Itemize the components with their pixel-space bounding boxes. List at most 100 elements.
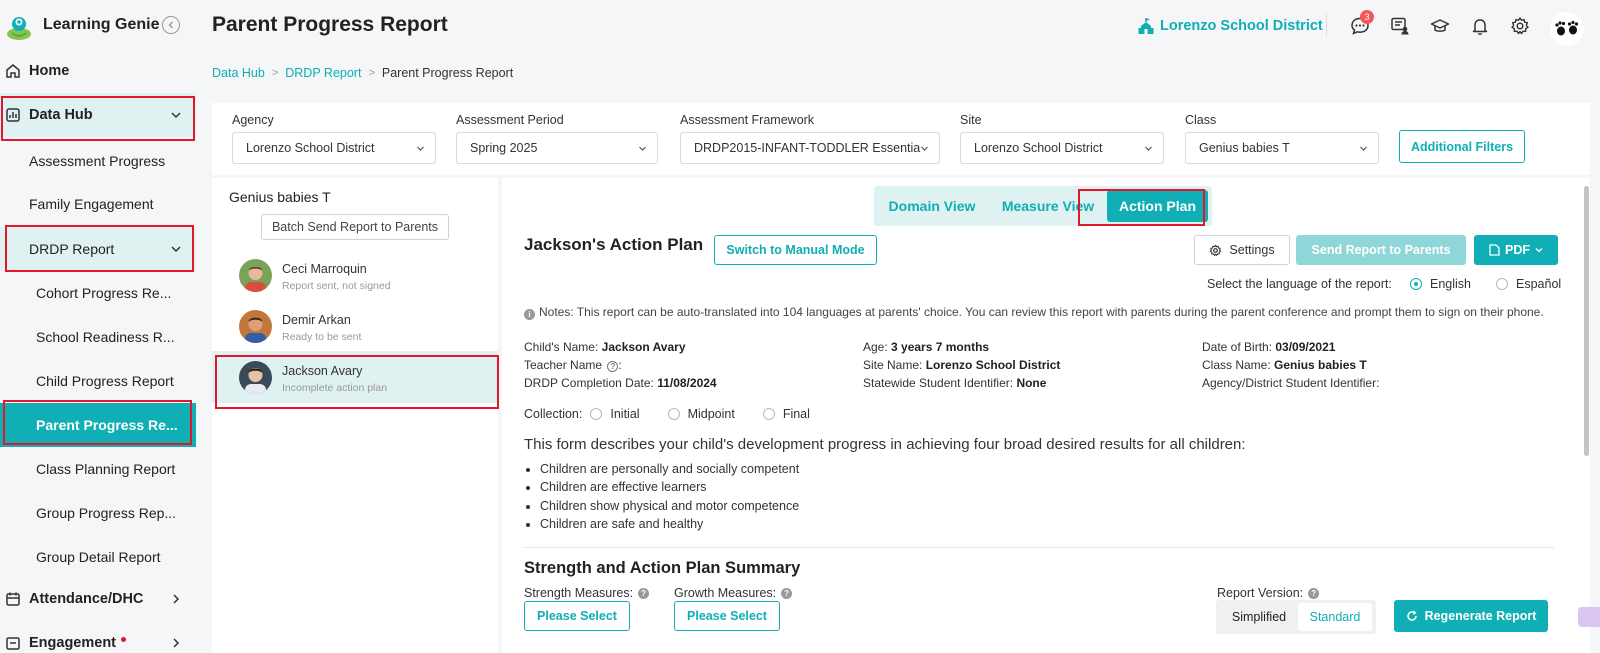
pdf-label: PDF	[1505, 243, 1530, 257]
framework-select[interactable]: DRDP2015-INFANT-TODDLER Essentia	[680, 132, 940, 164]
sidebar-item-group-progress[interactable]: Group Progress Rep...	[0, 491, 196, 535]
district-name: Lorenzo School District	[1160, 18, 1323, 34]
help-icon[interactable]: ?	[638, 587, 650, 599]
chevron-down-icon	[417, 146, 424, 151]
tab-action-plan[interactable]: Action Plan	[1107, 190, 1208, 222]
messages-badge: 3	[1360, 10, 1374, 24]
ssid-label: Statewide Student Identifier:	[863, 376, 1014, 390]
site-value: Lorenzo School District	[974, 141, 1103, 155]
collection-option-midpoint[interactable]: Midpoint	[688, 407, 735, 421]
site-select[interactable]: Lorenzo School District	[960, 132, 1164, 164]
list-item: Children are safe and healthy	[540, 515, 799, 533]
user-avatar[interactable]	[1550, 12, 1584, 46]
regenerate-report-button[interactable]: Regenerate Report	[1394, 600, 1548, 632]
collapse-sidebar-icon[interactable]	[162, 16, 180, 34]
chevron-down-icon	[1360, 146, 1367, 151]
student-avatar	[239, 310, 272, 343]
pdf-button[interactable]: PDF	[1474, 235, 1558, 265]
class-name-field: Class Name: Genius babies T	[1202, 358, 1367, 372]
desired-results-list: Children are personally and socially com…	[540, 460, 799, 533]
graduation-cap-icon[interactable]	[1430, 16, 1450, 36]
contacts-chat-icon[interactable]	[1390, 16, 1410, 36]
breadcrumb-current: Parent Progress Report	[381, 66, 514, 80]
version-simplified-option[interactable]: Simplified	[1220, 603, 1298, 631]
student-item[interactable]: Demir Arkan Ready to be sent	[212, 300, 498, 352]
sidebar-item-label: Class Planning Report	[36, 461, 176, 477]
student-item[interactable]: Ceci Marroquin Report sent, not signed	[212, 249, 498, 301]
class-label: Class	[1185, 113, 1217, 127]
strength-please-select-button[interactable]: Please Select	[524, 601, 630, 631]
sidebar-item-drdp-report[interactable]: DRDP Report	[0, 227, 196, 271]
tab-domain-view[interactable]: Domain View	[874, 186, 990, 226]
refresh-icon	[1406, 610, 1417, 621]
breadcrumb: Data Hub > DRDP Report > Parent Progress…	[212, 66, 513, 80]
sidebar-item-home[interactable]: Home	[0, 49, 196, 93]
collection-option-initial[interactable]: Initial	[610, 407, 639, 421]
help-icon[interactable]: ?	[781, 587, 793, 599]
sidebar-item-parent-progress[interactable]: Parent Progress Re...	[0, 403, 196, 447]
breadcrumb-data-hub[interactable]: Data Hub	[212, 66, 265, 80]
breadcrumb-drdp-report[interactable]: DRDP Report	[285, 66, 361, 80]
framework-value: DRDP2015-INFANT-TODDLER Essentia	[694, 141, 921, 155]
ssid-value: None	[1016, 376, 1047, 390]
sidebar-item-data-hub[interactable]: Data Hub	[0, 93, 196, 137]
language-english-radio[interactable]: English	[1410, 277, 1471, 291]
engagement-icon	[6, 637, 20, 650]
sidebar-item-child-progress[interactable]: Child Progress Report	[0, 359, 196, 403]
radio-icon[interactable]	[590, 408, 603, 420]
send-report-button[interactable]: Send Report to Parents	[1296, 235, 1466, 265]
list-item: Children are personally and socially com…	[540, 460, 799, 478]
chevron-down-icon	[1535, 248, 1543, 253]
sidebar-item-engagement[interactable]: Engagement	[0, 621, 196, 653]
strength-measures-label: Strength Measures:?	[524, 586, 650, 600]
help-icon[interactable]: ?	[1308, 587, 1320, 599]
sidebar-item-attendance[interactable]: Attendance/DHC	[0, 577, 196, 621]
sidebar-item-group-detail[interactable]: Group Detail Report	[0, 535, 196, 579]
student-item[interactable]: Jackson Avary Incomplete action plan	[212, 351, 498, 403]
chevron-down-icon	[639, 146, 646, 151]
class-select[interactable]: Genius babies T	[1185, 132, 1379, 164]
dob-field: Date of Birth: 03/09/2021	[1202, 340, 1335, 354]
scrollbar[interactable]	[1582, 178, 1590, 653]
sidebar-item-school-readiness[interactable]: School Readiness R...	[0, 315, 196, 359]
switch-manual-mode-button[interactable]: Switch to Manual Mode	[714, 235, 877, 265]
sidebar-item-class-planning[interactable]: Class Planning Report	[0, 447, 196, 491]
additional-filters-button[interactable]: Additional Filters	[1399, 130, 1525, 163]
site-name-value: Lorenzo School District	[925, 358, 1061, 372]
sidebar-item-label: Attendance/DHC	[29, 591, 144, 607]
completion-date-field: DRDP Completion Date: 11/08/2024	[524, 376, 717, 390]
agency-id-label: Agency/District Student Identifier:	[1202, 376, 1380, 390]
growth-please-select-button[interactable]: Please Select	[674, 601, 780, 631]
calendar-icon	[6, 592, 20, 606]
settings-button[interactable]: Settings	[1194, 235, 1290, 265]
district-selector[interactable]: Lorenzo School District	[1138, 17, 1323, 35]
sidebar-item-assessment-progress[interactable]: Assessment Progress	[0, 139, 196, 183]
sidebar-item-label: DRDP Report	[29, 241, 115, 257]
sidebar-item-cohort-progress[interactable]: Cohort Progress Re...	[0, 271, 196, 315]
breadcrumb-separator-icon: >	[368, 67, 375, 79]
batch-send-button[interactable]: Batch Send Report to Parents	[261, 214, 449, 240]
sidebar-item-label: Child Progress Report	[36, 373, 174, 389]
language-spanish-radio[interactable]: Español	[1496, 277, 1561, 291]
scrollbar-thumb[interactable]	[1584, 186, 1589, 456]
floating-helper-icon[interactable]	[1578, 607, 1600, 627]
radio-icon[interactable]	[762, 408, 775, 420]
list-item: Children show physical and motor compete…	[540, 497, 799, 515]
view-tabs: Domain View Measure View Action Plan	[874, 186, 1212, 226]
version-standard-option[interactable]: Standard	[1298, 603, 1372, 631]
teacher-label: Teacher Name	[524, 358, 603, 372]
radio-icon[interactable]	[667, 408, 680, 420]
site-name-label: Site Name:	[863, 358, 923, 372]
list-item: Children are effective learners	[540, 478, 799, 496]
collection-option-final[interactable]: Final	[783, 407, 810, 421]
completion-date-label: DRDP Completion Date:	[524, 376, 654, 390]
gear-icon[interactable]	[1510, 16, 1530, 36]
help-icon[interactable]: ?	[607, 361, 619, 372]
agency-select[interactable]: Lorenzo School District	[232, 132, 436, 164]
sidebar-item-label: Engagement	[29, 635, 127, 651]
bell-icon[interactable]	[1470, 16, 1490, 36]
sidebar-item-family-engagement[interactable]: Family Engagement	[0, 182, 196, 226]
report-version-toggle: Simplified Standard	[1216, 600, 1376, 634]
period-select[interactable]: Spring 2025	[456, 132, 658, 164]
tab-measure-view[interactable]: Measure View	[990, 186, 1106, 226]
